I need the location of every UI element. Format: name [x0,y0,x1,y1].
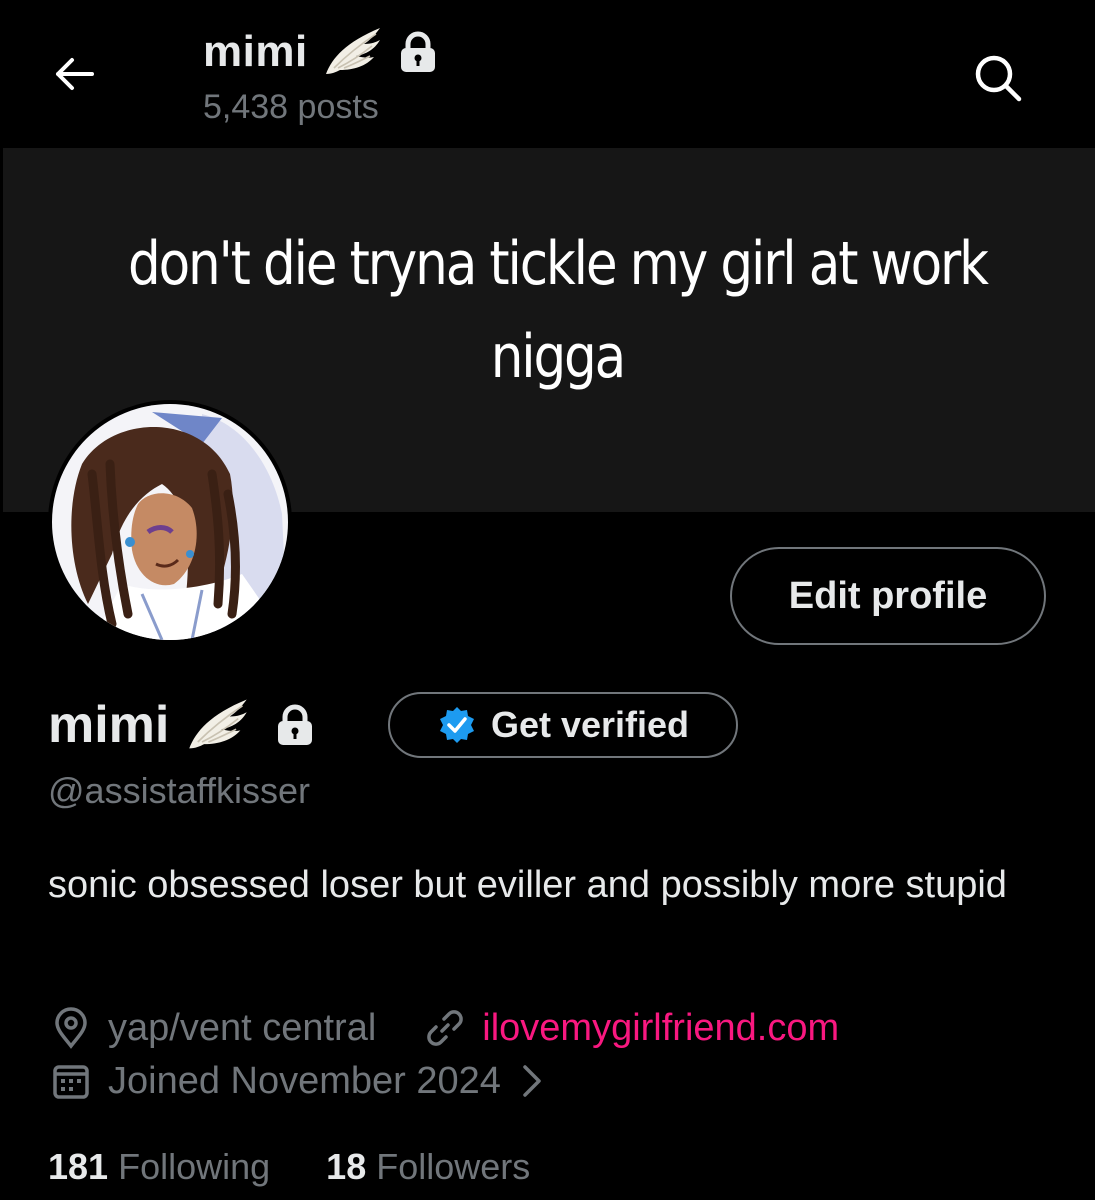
search-button[interactable] [966,46,1030,110]
banner-text-line-1: don't die tryna tickle my girl at work [128,229,989,299]
back-button[interactable] [48,48,100,100]
follow-counts: 181 Following 18 Followers [48,1146,586,1188]
calendar-icon [48,1058,94,1104]
display-name: mimi [48,696,170,754]
wing-icon [325,28,380,74]
profile-joined: Joined November 2024 [108,1059,501,1102]
banner-text: don't die tryna tickle my girl at work n… [78,218,1037,404]
wing-icon [189,699,248,749]
profile-bio: sonic obsessed loser but eviller and pos… [48,864,1007,906]
profile-meta-row: yap/vent central ilovemygirlfriend.com [48,1002,839,1054]
avatar[interactable] [48,400,292,644]
chevron-right-icon [523,1065,541,1097]
followers-count: 18 [326,1146,367,1187]
profile-website-link[interactable]: ilovemygirlfriend.com [482,1007,839,1050]
lock-icon [400,31,435,72]
location-icon [48,1005,94,1051]
profile-name-row: mimi [48,690,315,760]
avatar-illustration [52,404,288,640]
lock-icon [278,704,313,745]
link-icon [422,1005,468,1051]
profile-joined-link[interactable]: Joined November 2024 [108,1060,549,1103]
top-bar: mimi 5,438 posts [0,0,1095,148]
arrow-left-icon [56,58,94,90]
following-label: Following [118,1146,271,1187]
get-verified-button[interactable]: Get verified [388,692,738,758]
edit-profile-button[interactable]: Edit profile [730,547,1046,645]
following-count: 181 [48,1146,109,1187]
profile-handle: @assistaffkisser [48,770,310,811]
header-title-block: mimi 5,438 posts [203,24,438,127]
followers-label: Followers [376,1146,531,1187]
following-link[interactable]: 181 Following [48,1146,270,1188]
header-title: mimi [203,27,308,76]
get-verified-label: Get verified [490,704,690,745]
banner-text-line-2: nigga [490,322,627,392]
followers-link[interactable]: 18 Followers [326,1146,530,1188]
verified-badge-icon [439,707,474,743]
posts-count: 5,438 posts [203,88,379,126]
search-icon [975,55,1022,102]
profile-location: yap/vent central [108,1006,377,1049]
profile-joined-row: Joined November 2024 [48,1054,549,1108]
